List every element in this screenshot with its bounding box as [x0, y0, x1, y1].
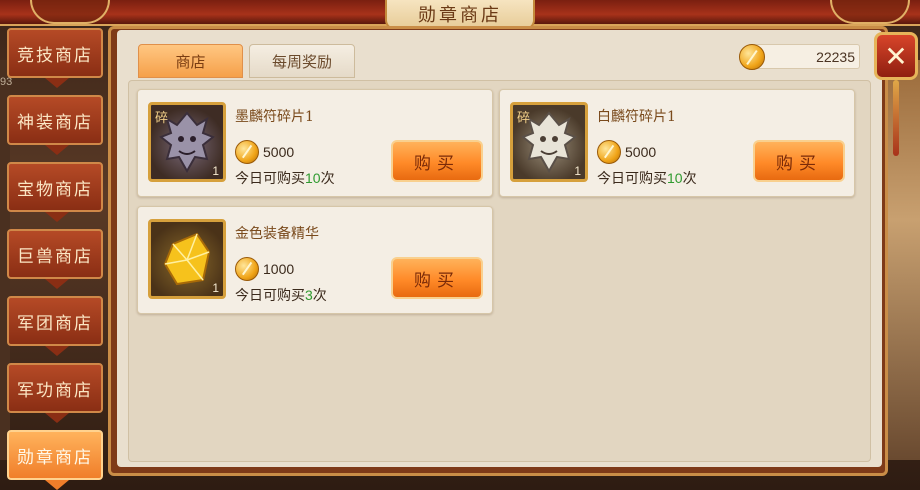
fragment-tag: 碎	[517, 111, 531, 126]
purchase-limit-suffix: 次	[682, 171, 697, 187]
purchase-limit-suffix: 次	[320, 171, 335, 187]
item-icon-frame[interactable]: 碎 1	[510, 102, 588, 182]
buy-button[interactable]: 购买	[753, 140, 845, 182]
item-price: 1000	[235, 257, 294, 281]
currency-display: 22235	[739, 44, 860, 70]
purchase-limit-prefix: 今日可购买	[597, 171, 667, 187]
shop-item-card: 1 金色装备精华 1000 今日可购买3次 购买	[137, 206, 493, 314]
item-count: 1	[574, 164, 581, 178]
purchase-limit: 今日可购买10次	[597, 168, 697, 188]
purchase-limit-suffix: 次	[312, 288, 327, 304]
close-icon: ✕	[884, 39, 908, 73]
purchase-limit: 今日可购买10次	[235, 168, 335, 188]
item-price-value: 1000	[263, 261, 295, 277]
purchase-limit: 今日可购买3次	[235, 285, 327, 305]
sidebar-item-treasure-shop[interactable]: 宝物商店	[7, 162, 103, 222]
item-name: 白麟符碎片1	[597, 109, 676, 125]
purchase-limit-number: 10	[667, 170, 683, 186]
sidebar-item-merit-shop[interactable]: 军功商店	[7, 363, 103, 423]
shop-item-card: 碎 1 白麟符碎片1 5000 今日可购买10次 购买	[499, 89, 855, 197]
medal-coin-icon	[235, 140, 259, 164]
item-count: 1	[212, 281, 219, 295]
purchase-limit-number: 10	[305, 170, 321, 186]
purchase-limit-prefix: 今日可购买	[235, 171, 305, 187]
banner-ornament-left	[30, 0, 110, 24]
medal-coin-icon	[235, 257, 259, 281]
medal-coin-icon	[597, 140, 621, 164]
purchase-limit-number: 3	[305, 287, 313, 303]
item-price-value: 5000	[263, 144, 295, 160]
item-icon-frame[interactable]: 碎 1	[148, 102, 226, 182]
tab-weekly-reward[interactable]: 每周奖励	[249, 44, 355, 78]
item-count: 1	[212, 164, 219, 178]
item-price: 5000	[597, 140, 656, 164]
close-tassel	[893, 80, 899, 156]
item-name: 金色装备精华	[235, 226, 319, 242]
close-button[interactable]: ✕	[874, 32, 918, 80]
sidebar-item-medal-shop[interactable]: 勋章商店	[7, 430, 103, 490]
banner-ornament-right	[830, 0, 910, 24]
item-price-value: 5000	[625, 144, 657, 160]
buy-button[interactable]: 购买	[391, 140, 483, 182]
sidebar-item-divine-gear-shop[interactable]: 神装商店	[7, 95, 103, 155]
currency-amount: 22235	[816, 48, 855, 65]
buy-button[interactable]: 购买	[391, 257, 483, 299]
sidebar-item-legion-shop[interactable]: 军团商店	[7, 296, 103, 356]
shop-item-card: 碎 1 墨麟符碎片1 5000 今日可购买10次 购买	[137, 89, 493, 197]
item-icon-frame[interactable]: 1	[148, 219, 226, 299]
item-price: 5000	[235, 140, 294, 164]
purchase-limit-prefix: 今日可购买	[235, 288, 305, 304]
medal-coin-icon	[739, 44, 765, 70]
fragment-tag: 碎	[155, 111, 169, 126]
tab-shop[interactable]: 商店	[138, 44, 243, 78]
sidebar-item-beast-shop[interactable]: 巨兽商店	[7, 229, 103, 289]
sidebar-item-arena-shop[interactable]: 竞技商店	[7, 28, 103, 88]
item-name: 墨麟符碎片1	[235, 109, 314, 125]
